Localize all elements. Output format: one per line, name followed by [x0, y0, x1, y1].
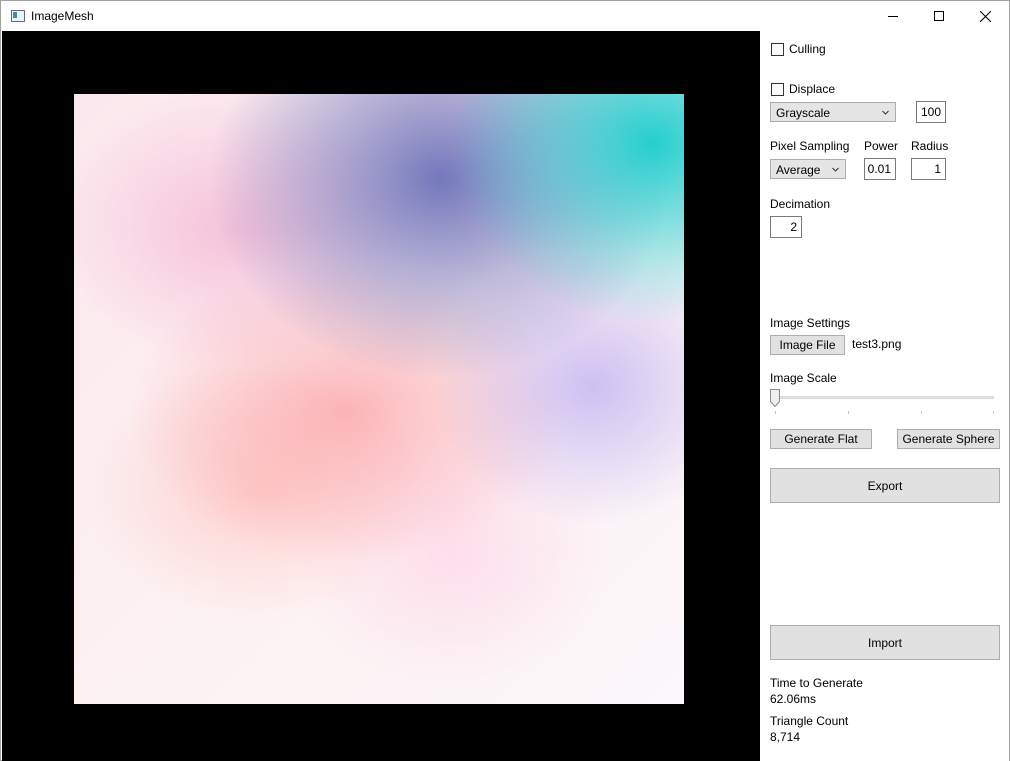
image-scale-label: Image Scale: [770, 371, 837, 385]
pixel-sampling-value: Average: [776, 163, 821, 177]
title-bar[interactable]: ImageMesh: [1, 1, 1009, 31]
decimation-label: Decimation: [770, 197, 831, 211]
image-file-button[interactable]: Image File: [770, 335, 845, 355]
power-label: Power: [864, 139, 899, 153]
power-input[interactable]: 0.01: [864, 158, 896, 180]
time-to-generate-label: Time to Generate: [770, 676, 863, 690]
maximize-button[interactable]: [916, 1, 962, 31]
displace-checkbox[interactable]: [771, 83, 784, 96]
mesh-viewport[interactable]: [2, 31, 760, 761]
triangle-count-label: Triangle Count: [770, 714, 849, 728]
pixel-sampling-label: Pixel Sampling: [770, 139, 850, 153]
pixel-sampling-dropdown[interactable]: Average: [770, 159, 846, 179]
chevron-down-icon: [882, 110, 889, 115]
displace-amount-input[interactable]: 100: [916, 101, 946, 123]
image-scale-slider-track[interactable]: [770, 396, 994, 399]
image-scale-slider-thumb[interactable]: [770, 389, 780, 407]
generate-sphere-button[interactable]: Generate Sphere: [897, 429, 1000, 449]
maximize-icon: [934, 11, 944, 21]
image-preview: [74, 94, 684, 704]
image-file-name: test3.png: [852, 337, 902, 351]
minimize-icon: [888, 16, 898, 17]
slider-tick: [775, 411, 776, 414]
slider-tick: [848, 411, 849, 414]
radius-label: Radius: [911, 139, 949, 153]
slider-tick: [921, 411, 922, 414]
minimize-button[interactable]: [870, 1, 916, 31]
image-settings-heading: Image Settings: [770, 316, 851, 330]
culling-checkbox[interactable]: [771, 43, 784, 56]
settings-panel: Culling Displace Grayscale 100 Pixel Sam…: [760, 31, 1009, 761]
displace-mode-dropdown[interactable]: Grayscale: [770, 102, 896, 122]
displace-mode-value: Grayscale: [776, 106, 831, 120]
triangle-count-value: 8,714: [770, 730, 801, 744]
culling-label: Culling: [789, 42, 826, 56]
close-icon: [979, 10, 991, 22]
slider-tick: [993, 411, 994, 414]
import-button[interactable]: Import: [770, 625, 1000, 660]
decimation-input[interactable]: 2: [770, 216, 802, 238]
close-button[interactable]: [962, 1, 1008, 31]
generate-flat-button[interactable]: Generate Flat: [770, 429, 872, 449]
export-button[interactable]: Export: [770, 468, 1000, 503]
window-title: ImageMesh: [31, 9, 94, 23]
app-icon: [11, 10, 25, 22]
app-window: ImageMesh Culling Displace Grayscale 100…: [0, 0, 1010, 761]
time-to-generate-value: 62.06ms: [770, 692, 817, 706]
radius-input[interactable]: 1: [911, 158, 946, 180]
displace-label: Displace: [789, 82, 836, 96]
chevron-down-icon: [832, 167, 839, 172]
